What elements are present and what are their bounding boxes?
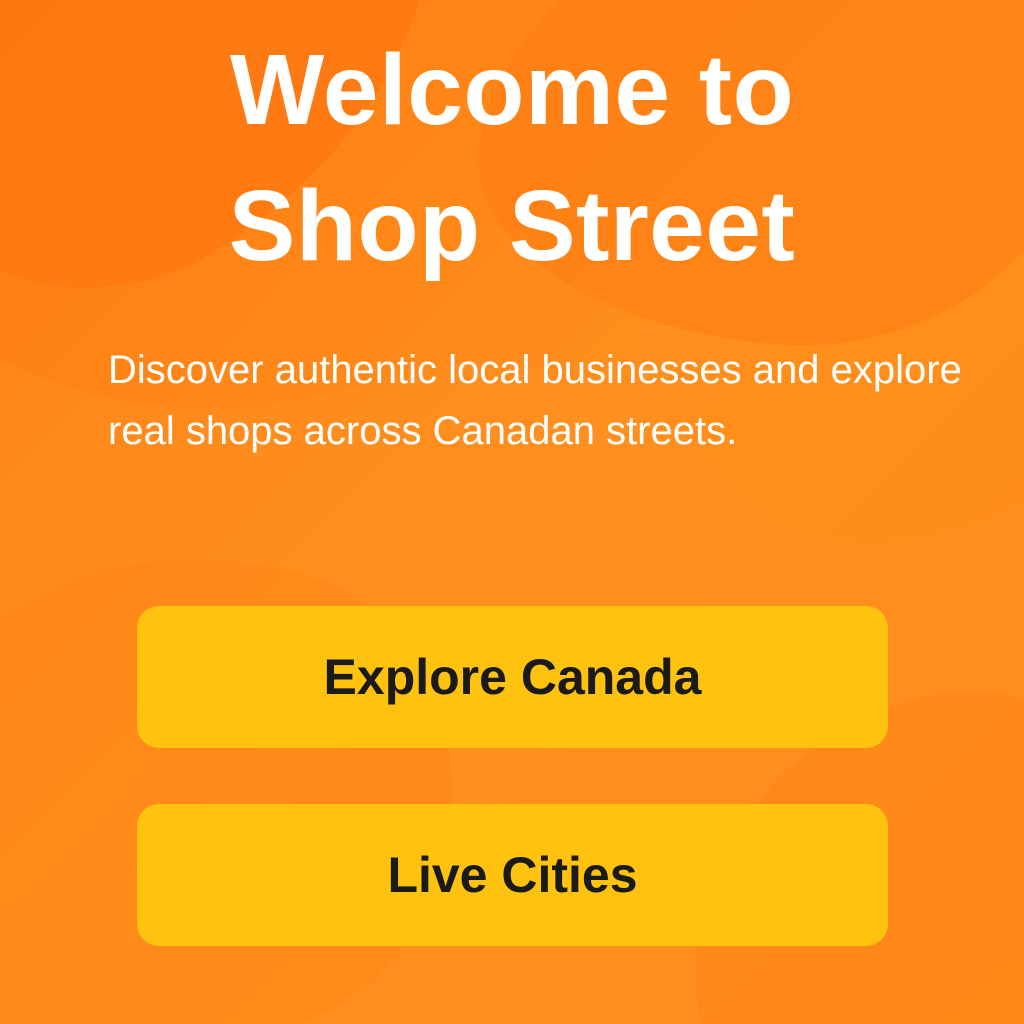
page-subtitle: Discover authentic local businesses and … xyxy=(108,348,962,453)
welcome-screen: Welcome to Shop Street Discover authenti… xyxy=(0,0,1024,1024)
page-title-line-2: Shop Street xyxy=(228,170,796,282)
explore-canada-button[interactable]: Explore Canada xyxy=(137,606,888,748)
page-title: Welcome to Shop Street xyxy=(0,22,1024,294)
live-cities-button[interactable]: Live Cities xyxy=(137,804,888,946)
page-title-line-1: Welcome to xyxy=(229,34,795,146)
